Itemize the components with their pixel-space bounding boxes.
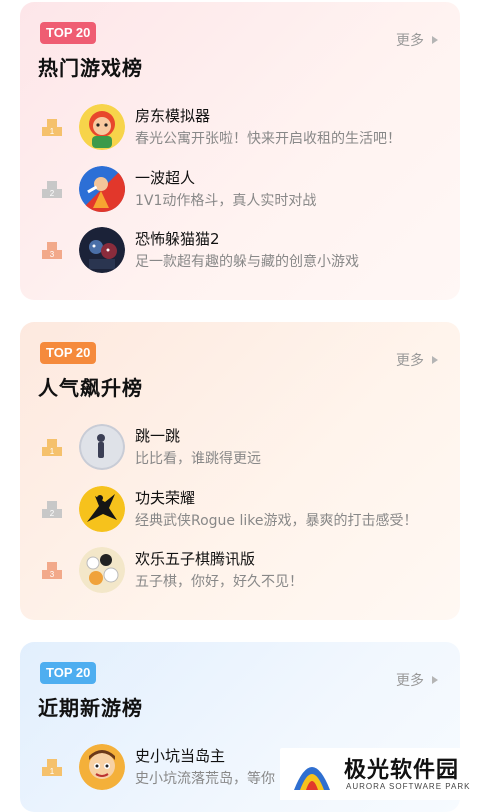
more-label: 更多 bbox=[396, 33, 424, 49]
game-desc: 春光公寓开张啦！快来开启收租的生活吧！ bbox=[135, 131, 401, 147]
list-item[interactable]: 2 一波超人 1V1动作格斗，真人实时对战 bbox=[20, 164, 460, 214]
rank-silver-icon: 2 bbox=[42, 501, 62, 518]
aurora-logo-icon bbox=[294, 767, 330, 790]
game-name: 一波超人 bbox=[135, 169, 196, 187]
game-avatar bbox=[79, 166, 125, 212]
rank-number: 1 bbox=[50, 767, 55, 776]
section-title: 近期新游榜 bbox=[38, 696, 143, 720]
rank-gold-icon: 1 bbox=[42, 759, 62, 776]
rank-number: 1 bbox=[50, 447, 55, 456]
more-link[interactable]: 更多 bbox=[396, 670, 438, 690]
game-avatar bbox=[79, 424, 125, 470]
game-name: 功夫荣耀 bbox=[135, 489, 196, 507]
section-title: 人气飙升榜 bbox=[38, 376, 143, 400]
rank-bronze-icon: 3 bbox=[42, 562, 62, 579]
game-name: 房东模拟器 bbox=[135, 107, 211, 125]
rank-number: 1 bbox=[50, 127, 55, 136]
list-item[interactable]: 3 恐怖躲猫猫2 足一款超有趣的躲与藏的创意小游戏 bbox=[20, 225, 460, 275]
watermark-text: 极光软件园 bbox=[344, 758, 460, 783]
game-name: 恐怖躲猫猫2 bbox=[135, 230, 220, 248]
list-item[interactable]: 3 欢乐五子棋腾讯版 五子棋，你好，好久不见！ bbox=[20, 545, 460, 595]
game-desc: 史小坑流落荒岛，等你 bbox=[135, 771, 275, 787]
rank-gold-icon: 1 bbox=[42, 119, 62, 136]
game-avatar bbox=[79, 104, 125, 150]
top20-badge: TOP 20 bbox=[40, 22, 97, 44]
list-item[interactable]: 1 跳一跳 比比看，谁跳得更远 bbox=[20, 422, 460, 472]
rank-gold-icon: 1 bbox=[42, 439, 62, 456]
game-avatar bbox=[79, 486, 125, 532]
more-link[interactable]: 更多 bbox=[396, 30, 438, 50]
chevron-right-icon bbox=[432, 356, 438, 364]
game-desc: 经典武侠Rogue like游戏，暴爽的打击感受！ bbox=[135, 513, 418, 529]
game-avatar bbox=[79, 227, 125, 273]
top20-badge: TOP 20 bbox=[40, 662, 97, 684]
game-name: 欢乐五子棋腾讯版 bbox=[135, 550, 256, 568]
chevron-right-icon bbox=[432, 676, 438, 684]
list-item[interactable]: 1 房东模拟器 春光公寓开张啦！快来开启收租的生活吧！ bbox=[20, 102, 460, 152]
game-desc: 五子棋，你好，好久不见！ bbox=[135, 574, 303, 590]
rank-number: 3 bbox=[50, 250, 55, 259]
rank-number: 3 bbox=[50, 570, 55, 579]
chevron-right-icon bbox=[432, 36, 438, 44]
rising-games-card: TOP 20 人气飙升榜 更多 1 跳一跳 比比看，谁跳得更远 2 功夫荣耀 经… bbox=[20, 322, 460, 620]
watermark-logo: 极光软件园 AURORA SOFTWARE PARK bbox=[280, 748, 480, 800]
game-name: 史小坑当岛主 bbox=[135, 747, 226, 765]
top20-badge: TOP 20 bbox=[40, 342, 97, 364]
rank-bronze-icon: 3 bbox=[42, 242, 62, 259]
game-desc: 足一款超有趣的躲与藏的创意小游戏 bbox=[135, 254, 359, 270]
rank-silver-icon: 2 bbox=[42, 181, 62, 198]
game-avatar bbox=[79, 547, 125, 593]
section-title: 热门游戏榜 bbox=[38, 56, 143, 80]
more-link[interactable]: 更多 bbox=[396, 350, 438, 370]
more-label: 更多 bbox=[396, 673, 424, 689]
rank-number: 2 bbox=[50, 189, 55, 198]
game-desc: 1V1动作格斗，真人实时对战 bbox=[135, 193, 317, 209]
game-desc: 比比看，谁跳得更远 bbox=[135, 451, 261, 467]
rank-number: 2 bbox=[50, 509, 55, 518]
game-name: 跳一跳 bbox=[135, 427, 181, 445]
game-avatar bbox=[79, 744, 125, 790]
list-item[interactable]: 2 功夫荣耀 经典武侠Rogue like游戏，暴爽的打击感受！ bbox=[20, 484, 460, 534]
watermark-subtext: AURORA SOFTWARE PARK bbox=[346, 782, 471, 791]
more-label: 更多 bbox=[396, 353, 424, 369]
hot-games-card: TOP 20 热门游戏榜 更多 1 房东模拟器 春光公寓开张啦！快来开启收租的生… bbox=[20, 2, 460, 300]
